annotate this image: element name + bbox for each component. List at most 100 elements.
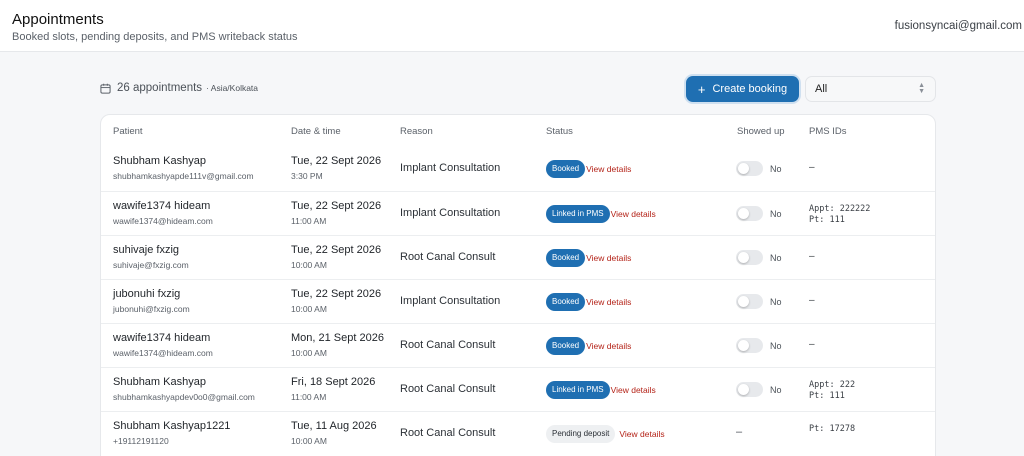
appointment-time: 3:30 PM <box>291 171 323 181</box>
status-cell: Booked View details <box>546 292 631 311</box>
showed-up-toggle[interactable] <box>736 250 763 265</box>
appointment-reason: Root Canal Consult <box>400 251 496 263</box>
status-cell: Linked in PMS View details <box>546 380 656 399</box>
table-row: Shubham Kashyap1221 +19112191120 Tue, 11 A… <box>101 411 935 455</box>
pms-appt-id: Appt: 222 <box>809 380 856 390</box>
status-cell: Booked View details <box>546 248 631 267</box>
appointment-time: 11:00 AM <box>291 216 327 226</box>
patient-email: wawife1374@hideam.com <box>113 216 213 226</box>
appointment-date: Tue, 22 Sept 2026 <box>291 200 382 212</box>
status-cell: Booked View details <box>546 159 631 178</box>
view-details-link[interactable]: View details <box>586 253 631 263</box>
column-header-reason: Reason <box>400 126 433 137</box>
appointment-time: 10:00 AM <box>291 436 327 446</box>
view-details-link[interactable]: View details <box>586 297 631 307</box>
user-email[interactable]: fusionsyncai@gmail.com <box>895 20 1022 32</box>
pms-ids-empty: – <box>809 251 815 262</box>
appointment-reason: Implant Consultation <box>400 207 501 219</box>
status-badge: Booked <box>546 292 586 311</box>
patient-name: Shubham Kashyap1221 <box>113 420 231 432</box>
appointment-count: 26 appointments · Asia/Kolkata <box>100 82 258 94</box>
status-badge: Linked in PMS <box>546 204 610 223</box>
toggle-knob <box>738 296 749 307</box>
create-booking-label: Create booking <box>712 83 788 95</box>
showed-up-toggle[interactable] <box>736 382 763 397</box>
toggle-knob <box>738 252 749 263</box>
toggle-knob <box>738 208 749 219</box>
pms-ids-empty: – <box>809 162 815 173</box>
pms-patient-id: Pt: 111 <box>809 391 845 401</box>
showed-up-label: No <box>770 252 782 263</box>
table-row: wawife1374 hideam wawife1374@hideam.com Tu… <box>101 191 935 235</box>
patient-email: shubhamkashyapde111v@gmail.com <box>113 171 254 181</box>
view-details-link[interactable]: View details <box>586 341 631 351</box>
status-badge: Booked <box>546 159 586 178</box>
showed-up-empty: – <box>736 426 743 438</box>
status-cell: Linked in PMS View details <box>546 204 656 223</box>
showed-up-toggle[interactable] <box>736 161 763 176</box>
page-subtitle: Booked slots, pending deposits, and PMS … <box>12 31 298 43</box>
appointment-time: 10:00 AM <box>291 304 327 314</box>
table-row: jubonuhi fxzig jubonuhi@fxzig.com Tue, 22 … <box>101 279 935 323</box>
pms-ids: Pt: 17278 <box>809 424 855 435</box>
status-badge: Booked <box>546 248 586 267</box>
showed-up-cell: No <box>736 382 782 397</box>
showed-up-cell: No <box>736 206 782 221</box>
plus-icon: + <box>697 81 706 97</box>
create-booking-button[interactable]: + Create booking <box>686 76 799 102</box>
patient-email: shubhamkashyapdev0o0@gmail.com <box>113 392 255 402</box>
showed-up-cell: – <box>736 426 742 438</box>
view-details-link[interactable]: View details <box>611 385 656 395</box>
view-details-link[interactable]: View details <box>586 164 631 174</box>
patient-email: suhivaje@fxzig.com <box>113 260 189 270</box>
calendar-icon <box>100 83 111 94</box>
patient-name: wawife1374 hideam <box>113 332 211 344</box>
showed-up-label: No <box>770 340 782 351</box>
appointment-date: Fri, 18 Sept 2026 <box>291 376 376 388</box>
chevron-up-down-icon: ▲ ▼ <box>918 82 925 95</box>
patient-name: Shubham Kashyap <box>113 155 206 167</box>
showed-up-cell: No <box>736 161 782 176</box>
appointment-reason: Implant Consultation <box>400 295 501 307</box>
status-badge: Booked <box>546 336 586 355</box>
status-filter-select[interactable]: All ▲ ▼ <box>805 76 936 102</box>
showed-up-toggle[interactable] <box>736 338 763 353</box>
pms-ids-empty: – <box>809 339 815 350</box>
pms-ids: Appt: 222 Pt: 111 <box>809 380 855 402</box>
table-row: Shubham Kashyap shubhamkashyapdev0o0@gmai… <box>101 367 935 411</box>
column-header-showed-up: Showed up <box>737 126 785 137</box>
showed-up-toggle[interactable] <box>736 294 763 309</box>
appointment-reason: Root Canal Consult <box>400 339 496 351</box>
toggle-knob <box>738 384 749 395</box>
showed-up-label: No <box>770 208 782 219</box>
status-badge: Pending deposit <box>546 424 616 443</box>
table-row: wawife1374 hideam wawife1374@hideam.com Mo… <box>101 323 935 367</box>
appointment-time: 10:00 AM <box>291 260 327 270</box>
patient-name: Shubham Kashyap <box>113 376 206 388</box>
appointment-reason: Root Canal Consult <box>400 427 496 439</box>
view-details-link[interactable]: View details <box>611 209 656 219</box>
appointment-date: Tue, 11 Aug 2026 <box>291 420 377 432</box>
pms-patient-id: Pt: 111 <box>809 215 845 225</box>
timezone-label: · Asia/Kolkata <box>206 83 259 93</box>
appointment-date: Tue, 22 Sept 2026 <box>291 244 382 256</box>
top-bar: Appointments Booked slots, pending depos… <box>0 0 1024 52</box>
appointment-date: Mon, 21 Sept 2026 <box>291 332 384 344</box>
toolbar: 26 appointments · Asia/Kolkata + Create … <box>100 76 936 102</box>
view-details-link[interactable]: View details <box>619 429 664 439</box>
pms-appt-id: Appt: 222222 <box>809 204 871 214</box>
pms-ids: Appt: 222222 Pt: 111 <box>809 204 870 226</box>
toggle-knob <box>738 340 749 351</box>
patient-name: wawife1374 hideam <box>113 200 211 212</box>
patient-email: jubonuhi@fxzig.com <box>113 304 190 314</box>
page-title: Appointments <box>12 11 104 28</box>
table-row: Shubham Kashyap shubhamkashyapde111v@gmai… <box>101 147 935 191</box>
status-filter-value: All <box>815 83 828 95</box>
status-cell: Booked View details <box>546 336 631 355</box>
appointment-date: Tue, 22 Sept 2026 <box>291 155 382 167</box>
toggle-knob <box>738 163 749 174</box>
showed-up-label: No <box>770 163 782 174</box>
status-badge: Linked in PMS <box>546 380 610 399</box>
showed-up-toggle[interactable] <box>736 206 763 221</box>
appointment-reason: Root Canal Consult <box>400 383 496 395</box>
